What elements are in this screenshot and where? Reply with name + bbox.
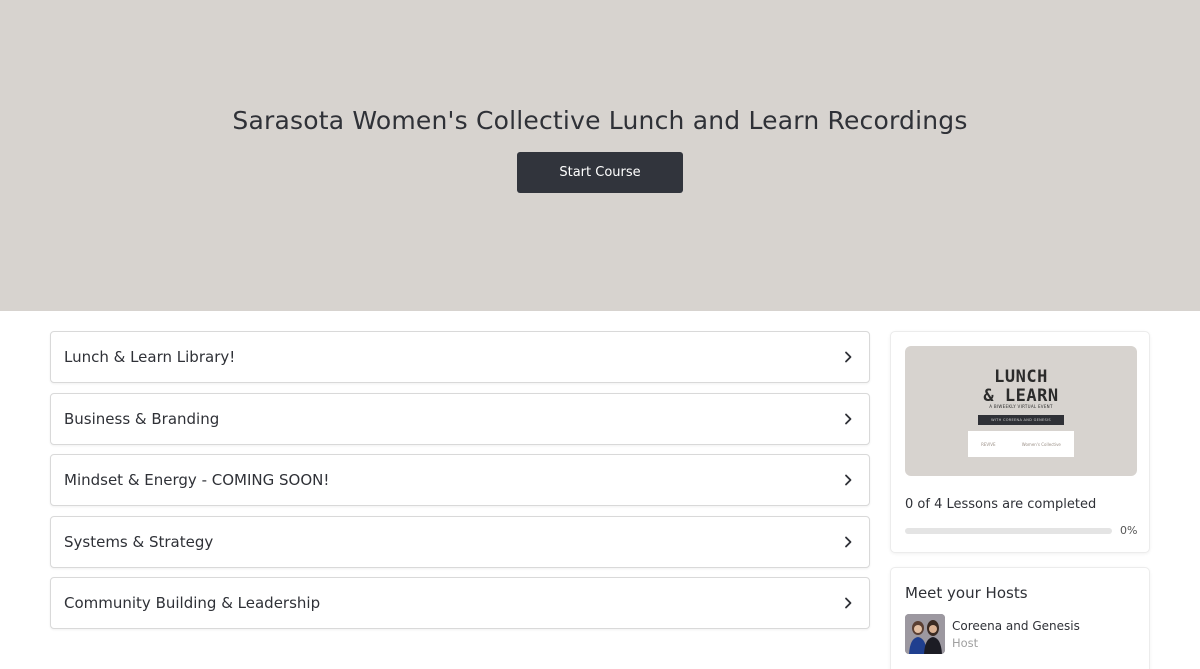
- progress-bar: [905, 528, 1112, 534]
- course-thumbnail: LUNCH & LEARN A BIWEEKLY VIRTUAL EVENT W…: [905, 346, 1137, 476]
- module-label: Mindset & Energy - COMING SOON!: [64, 471, 330, 489]
- module-item[interactable]: Mindset & Energy - COMING SOON!: [50, 454, 870, 506]
- module-item[interactable]: Systems & Strategy: [50, 515, 870, 568]
- course-progress-card: LUNCH & LEARN A BIWEEKLY VIRTUAL EVENT W…: [890, 331, 1150, 553]
- host-name[interactable]: Coreena and Genesis: [952, 619, 1080, 633]
- start-course-button[interactable]: Start Course: [517, 152, 683, 193]
- module-item[interactable]: Business & Branding: [50, 392, 870, 445]
- hosts-card: Meet your Hosts Coreena and Genesis Host: [890, 567, 1150, 669]
- thumbnail-subtitle: A BIWEEKLY VIRTUAL EVENT: [989, 404, 1053, 409]
- module-item[interactable]: Community Building & Leadership: [50, 577, 870, 629]
- hosts-title: Meet your Hosts: [905, 584, 1028, 602]
- module-label: Community Building & Leadership: [64, 594, 321, 612]
- module-label: Systems & Strategy: [64, 532, 214, 551]
- host-role: Host: [952, 636, 979, 650]
- progress-percent: 0%: [1120, 524, 1138, 537]
- chevron-right-icon: [841, 535, 855, 549]
- thumbnail-title-line1: LUNCH: [994, 367, 1048, 387]
- thumbnail-logo-right: Women's Collective: [1021, 441, 1061, 447]
- lessons-completed-text: 0 of 4 Lessons are completed: [905, 497, 1097, 512]
- chevron-right-icon: [841, 350, 855, 364]
- thumbnail-logo-left: REVIVE: [981, 441, 996, 447]
- chevron-right-icon: [841, 596, 855, 610]
- module-list: Lunch & Learn Library! Business & Brandi…: [50, 331, 870, 639]
- chevron-right-icon: [841, 473, 855, 487]
- module-label: Business & Branding: [64, 409, 220, 428]
- course-hero: Sarasota Women's Collective Lunch and Le…: [0, 0, 1200, 311]
- host-avatar: [905, 614, 945, 654]
- thumbnail-host-bar: WITH COREENA AND GENESIS: [978, 415, 1064, 425]
- thumbnail-logo-box: REVIVE Women's Collective: [968, 431, 1074, 457]
- module-item[interactable]: Lunch & Learn Library!: [50, 331, 870, 383]
- module-label: Lunch & Learn Library!: [64, 348, 236, 366]
- course-title: Sarasota Women's Collective Lunch and Le…: [232, 106, 968, 135]
- chevron-right-icon: [841, 412, 855, 426]
- thumbnail-title-line2: & LEARN: [983, 386, 1059, 406]
